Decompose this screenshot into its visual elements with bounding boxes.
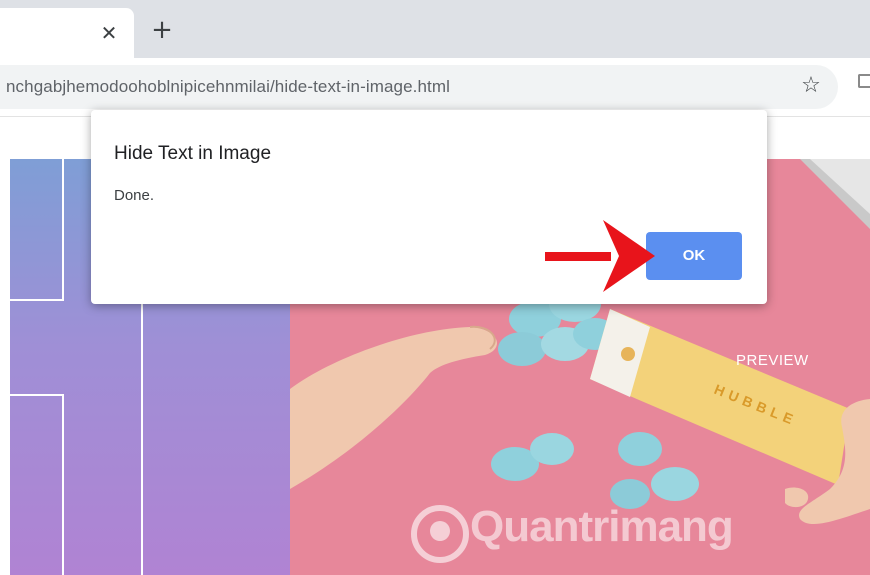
frame-line	[62, 159, 64, 301]
tab-strip: ✕ +	[0, 0, 870, 58]
bookmark-star-icon[interactable]: ☆	[798, 73, 824, 99]
frame-line	[10, 394, 64, 396]
url-text: nchgabjhemodoohoblnipicehnmilai/hide-tex…	[6, 77, 450, 96]
preview-label: PREVIEW	[736, 352, 809, 369]
browser-tab[interactable]: ✕	[0, 8, 134, 58]
frame-line	[10, 299, 64, 301]
dialog-title: Hide Text in Image	[114, 143, 272, 164]
browser-toolbar: nchgabjhemodoohoblnipicehnmilai/hide-tex…	[0, 58, 870, 117]
dialog-message: Done.	[114, 187, 155, 204]
extension-icon[interactable]	[858, 74, 870, 88]
watermark-text: Quantrimang	[470, 502, 734, 551]
annotation-arrow-icon	[545, 220, 655, 292]
frame-line	[62, 394, 64, 575]
address-bar[interactable]: nchgabjhemodoohoblnipicehnmilai/hide-tex…	[0, 65, 838, 109]
new-tab-button[interactable]: +	[150, 17, 174, 43]
alert-dialog: Hide Text in Image Done. OK	[91, 110, 767, 304]
close-tab-icon[interactable]: ✕	[100, 23, 118, 43]
